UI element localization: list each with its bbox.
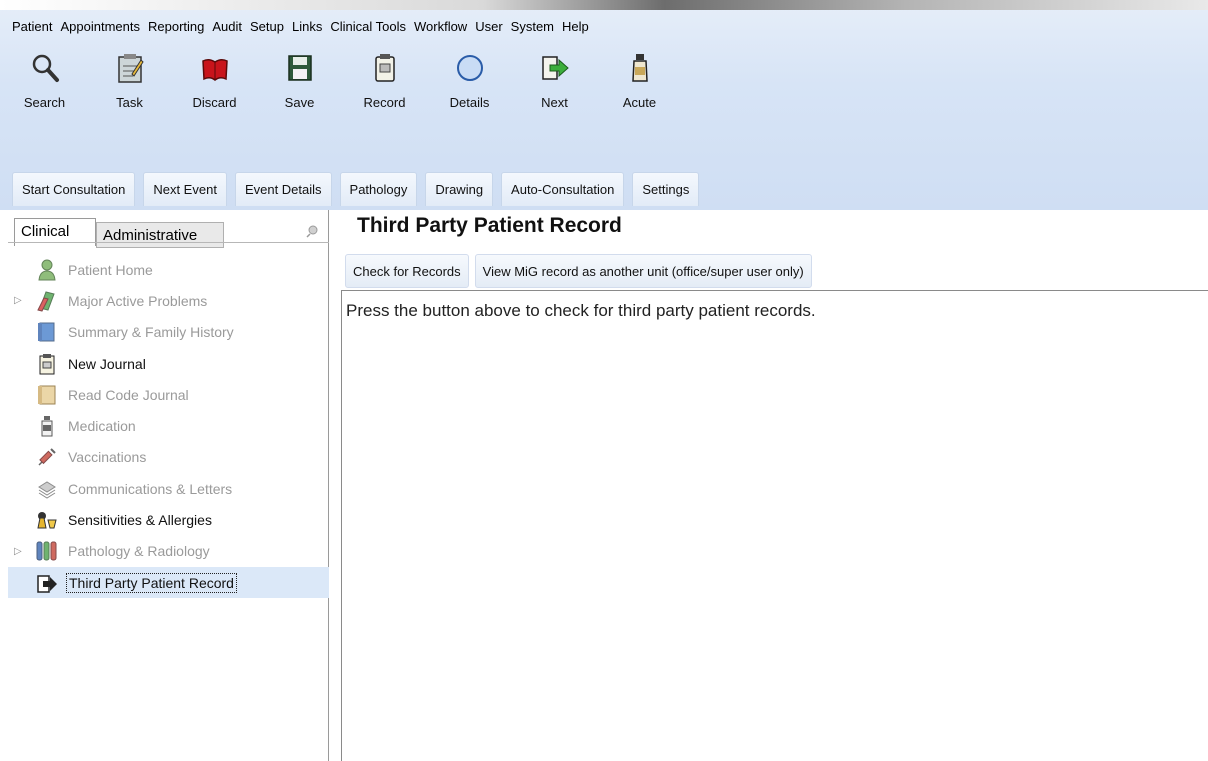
tree-item-label: Read Code Journal xyxy=(68,386,189,403)
medication-bottle-icon xyxy=(36,415,58,437)
menu-setup[interactable]: Setup xyxy=(246,16,288,38)
magnifier-icon xyxy=(29,51,61,85)
circle-icon xyxy=(454,51,486,85)
menu-clinical-tools[interactable]: Clinical Tools xyxy=(326,16,410,38)
save-button[interactable]: Save xyxy=(265,46,334,120)
pin-icon[interactable] xyxy=(306,224,320,238)
record-icon xyxy=(369,51,401,85)
menu-workflow[interactable]: Workflow xyxy=(410,16,471,38)
toolbar-button-label: Discard xyxy=(192,95,237,110)
tab-settings[interactable]: Settings xyxy=(632,172,700,206)
menu-links[interactable]: Links xyxy=(288,16,326,38)
tree-item-label: Pathology & Radiology xyxy=(68,543,210,560)
person-icon xyxy=(36,259,58,281)
tab-auto-consultation[interactable]: Auto-Consultation xyxy=(501,172,625,206)
next-button[interactable]: Next xyxy=(520,46,589,120)
floppy-disk-icon xyxy=(284,51,316,85)
main-panel: Third Party Patient Record Check for Rec… xyxy=(341,210,1208,761)
tree-item-label: Third Party Patient Record xyxy=(66,572,237,593)
tree-item-read-code-journal[interactable]: Read Code Journal xyxy=(8,379,329,410)
clinical-tree: Patient Home ▷ Major Active Problems Summar… xyxy=(8,254,329,599)
toolbar-button-label: Search xyxy=(23,95,66,110)
tab-event-details[interactable]: Event Details xyxy=(234,172,332,206)
toolbar: Search Task Discard Save Record Details Next Ac… xyxy=(10,46,690,120)
details-button[interactable]: Details xyxy=(435,46,504,120)
tab-divider xyxy=(8,242,329,243)
menu-patient[interactable]: Patient xyxy=(8,16,56,38)
tree-item-pathology-and-radiology[interactable]: ▷ Pathology & Radiology xyxy=(8,536,329,567)
tab-pathology[interactable]: Pathology xyxy=(339,172,418,206)
menu-reporting[interactable]: Reporting xyxy=(144,16,208,38)
discard-book-icon xyxy=(199,51,231,85)
tree-item-patient-home[interactable]: Patient Home xyxy=(8,254,329,285)
toolbar-button-label: Details xyxy=(449,95,490,110)
ribbon: Patient Appointments Reporting Audit Setup Li… xyxy=(0,0,1208,210)
allergies-icon xyxy=(36,509,58,531)
tree-item-label: Sensitivities & Allergies xyxy=(68,512,212,529)
tree-item-communications-and-letters[interactable]: Communications & Letters xyxy=(8,473,329,504)
tree-item-label: Vaccinations xyxy=(68,449,147,466)
letters-icon xyxy=(36,478,58,500)
toolbar-button-label: Record xyxy=(363,95,406,110)
toolbar-button-label: Task xyxy=(116,95,143,110)
view-mig-record-button[interactable]: View MiG record as another unit (office/… xyxy=(474,254,812,288)
application-window: Patient Appointments Reporting Audit Setup Li… xyxy=(0,0,1208,761)
tree-item-label: Summary & Family History xyxy=(68,324,234,341)
tree-item-label: Patient Home xyxy=(68,261,153,278)
tree-item-summary-and-family-history[interactable]: Summary & Family History xyxy=(8,317,329,348)
tree-item-label: Major Active Problems xyxy=(68,292,208,309)
acute-button[interactable]: Acute xyxy=(605,46,674,120)
tab-drawing[interactable]: Drawing xyxy=(425,172,494,206)
bottle-icon xyxy=(624,51,656,85)
toolbar-button-label: Next xyxy=(541,95,568,110)
consultation-tab-bar: Start Consultation Next Event Event Detail… xyxy=(12,172,707,206)
page-title: Third Party Patient Record xyxy=(357,214,622,237)
tree-item-medication[interactable]: Medication xyxy=(8,410,329,441)
menu-audit[interactable]: Audit xyxy=(208,16,246,38)
discard-button[interactable]: Discard xyxy=(180,46,249,120)
next-arrow-icon xyxy=(539,51,571,85)
record-content-area: Press the button above to check for thir… xyxy=(341,290,1208,761)
tree-item-label: Communications & Letters xyxy=(68,480,233,497)
tab-next-event[interactable]: Next Event xyxy=(143,172,227,206)
left-panel-tabs: Clinical Administrative xyxy=(8,214,329,248)
menu-bar: Patient Appointments Reporting Audit Setup Li… xyxy=(8,16,593,38)
instruction-message: Press the button above to check for thir… xyxy=(346,301,816,320)
summary-icon xyxy=(36,321,58,343)
tree-item-third-party-patient-record[interactable]: Third Party Patient Record xyxy=(8,566,329,599)
problems-icon xyxy=(36,290,58,312)
toolbar-button-label: Save xyxy=(284,95,315,110)
tree-item-sensitivities-and-allergies[interactable]: Sensitivities & Allergies xyxy=(8,504,329,535)
expand-arrow-icon[interactable]: ▷ xyxy=(14,295,24,306)
journal-icon xyxy=(36,353,58,375)
tab-start-consultation[interactable]: Start Consultation xyxy=(12,172,136,206)
task-button[interactable]: Task xyxy=(95,46,164,120)
record-action-buttons: Check for Records View MiG record as anot… xyxy=(345,254,818,288)
menu-user[interactable]: User xyxy=(471,16,506,38)
toolbar-button-label: Acute xyxy=(622,95,657,110)
tree-item-label: Medication xyxy=(68,418,136,435)
check-for-records-button[interactable]: Check for Records xyxy=(345,254,469,288)
record-button[interactable]: Record xyxy=(350,46,419,120)
tree-item-vaccinations[interactable]: Vaccinations xyxy=(8,442,329,473)
menu-help[interactable]: Help xyxy=(558,16,593,38)
syringe-icon xyxy=(36,446,58,468)
menu-appointments[interactable]: Appointments xyxy=(56,16,144,38)
window-top-strip xyxy=(0,0,1208,10)
search-button[interactable]: Search xyxy=(10,46,79,120)
read-code-journal-icon xyxy=(36,384,58,406)
menu-system[interactable]: System xyxy=(507,16,558,38)
task-icon xyxy=(114,51,146,85)
tree-item-label: New Journal xyxy=(68,355,146,372)
third-party-record-icon xyxy=(36,572,58,594)
tree-item-major-active-problems[interactable]: ▷ Major Active Problems xyxy=(8,285,329,316)
tab-administrative[interactable]: Administrative xyxy=(96,222,224,248)
left-navigation-panel: Clinical Administrative Patient Home ▷ Maj… xyxy=(8,210,329,761)
test-tubes-icon xyxy=(36,540,58,562)
tree-item-new-journal[interactable]: New Journal xyxy=(8,348,329,379)
expand-arrow-icon[interactable]: ▷ xyxy=(14,546,24,557)
